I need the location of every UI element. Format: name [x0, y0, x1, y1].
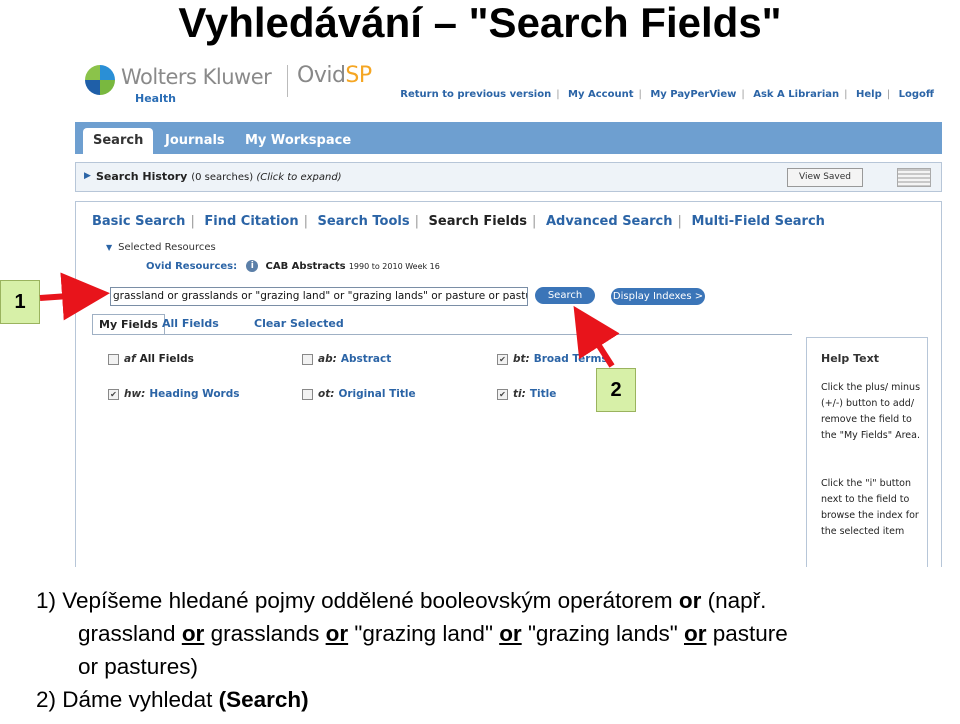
mode-multi-field-search[interactable]: Multi-Field Search	[691, 214, 824, 229]
tab-search[interactable]: Search	[83, 128, 154, 154]
layout-grid-icon[interactable]	[897, 168, 931, 187]
search-panel: Basic Search | Find Citation | Search Tool…	[75, 201, 942, 567]
search-history-label: Search History (0 searches) (Click to ex…	[96, 170, 342, 183]
logo-divider	[287, 65, 288, 97]
help-title: Help Text	[821, 352, 879, 365]
help-text-panel: Help Text Click the plus/ minus (+/-) bu…	[806, 337, 928, 567]
database-name: CAB Abstracts	[265, 261, 346, 272]
help-paragraph-2: Click the "i" button next to the field t…	[821, 478, 919, 537]
caption-line-2: grassland or grasslands or "grazing land…	[78, 621, 788, 646]
ovidsp-logo: OvidSP	[297, 63, 372, 88]
field-af[interactable]: af All Fields	[108, 353, 194, 365]
mode-search-tools[interactable]: Search Tools	[318, 214, 410, 229]
database-years: 1990 to 2010 Week 16	[348, 262, 440, 271]
marker-1: 1	[0, 280, 40, 324]
top-links: Return to previous version | My Account | …	[400, 89, 934, 100]
search-mode-links: Basic Search | Find Citation | Search Tool…	[92, 214, 825, 229]
slide-title: Vyhledávání – "Search Fields"	[178, 0, 782, 46]
wolters-kluwer-logo: Wolters Kluwer Health	[85, 63, 272, 105]
collapse-triangle-icon: ▼	[106, 243, 113, 252]
search-button[interactable]: Search	[535, 287, 595, 304]
mode-find-citation[interactable]: Find Citation	[204, 214, 298, 229]
checkbox-checked[interactable]: ✔	[108, 388, 119, 400]
wk-logo-icon	[85, 65, 115, 95]
tab-journals[interactable]: Journals	[155, 128, 235, 154]
brand-name: Wolters Kluwer	[121, 65, 272, 89]
clear-selected-link[interactable]: Clear Selected	[248, 314, 350, 334]
view-saved-button[interactable]: View Saved	[787, 168, 863, 187]
checkbox[interactable]	[108, 353, 119, 365]
brand-sub: Health	[135, 92, 176, 105]
caption-line-4: 2) Dáme vyhledat (Search)	[36, 687, 309, 712]
main-tab-bar: Search Journals My Workspace	[75, 122, 942, 154]
field-bt[interactable]: ✔ bt: Broad Terms	[497, 353, 608, 365]
checkbox-checked[interactable]: ✔	[497, 353, 508, 365]
ovid-screenshot: Wolters Kluwer Health OvidSP Return to p…	[75, 55, 942, 567]
search-input[interactable]: grassland or grasslands or "grazing land…	[110, 287, 528, 306]
field-tabs: My Fields All Fields Clear Selected	[92, 314, 792, 336]
mode-basic-search[interactable]: Basic Search	[92, 214, 185, 229]
checkbox-checked[interactable]: ✔	[497, 388, 508, 400]
tab-all-fields[interactable]: All Fields	[156, 314, 225, 334]
search-history-bar[interactable]: ▶ Search History (0 searches) (Click to …	[75, 162, 942, 192]
mode-advanced-search[interactable]: Advanced Search	[546, 214, 673, 229]
link-payperview[interactable]: My PayPerView	[650, 89, 736, 100]
selected-resources-toggle[interactable]: ▼ Selected Resources	[106, 242, 216, 253]
caption-line-1: 1) Vepíšeme hledané pojmy oddělené boole…	[36, 588, 767, 613]
checkbox[interactable]	[302, 353, 313, 365]
fields-list: af All Fields ab: Abstract ✔ bt: Broad Terms…	[92, 334, 792, 567]
info-icon[interactable]: i	[246, 260, 259, 272]
field-ot[interactable]: ot: Original Title	[302, 388, 416, 400]
checkbox[interactable]	[302, 388, 313, 400]
mode-search-fields[interactable]: Search Fields	[429, 214, 528, 229]
display-indexes-button[interactable]: Display Indexes >	[611, 288, 705, 305]
link-return-previous[interactable]: Return to previous version	[400, 89, 551, 100]
caption: 1) Vepíšeme hledané pojmy oddělené boole…	[36, 584, 956, 716]
marker-2: 2	[596, 368, 636, 412]
ovid-resources: Ovid Resources: i CAB Abstracts 1990 to …	[146, 260, 440, 272]
link-logoff[interactable]: Logoff	[899, 89, 934, 100]
caption-line-3: or pastures)	[78, 654, 199, 679]
link-ask-librarian[interactable]: Ask A Librarian	[753, 89, 839, 100]
expand-arrow-icon[interactable]: ▶	[84, 171, 91, 181]
link-help[interactable]: Help	[856, 89, 882, 100]
field-ab[interactable]: ab: Abstract	[302, 353, 391, 365]
tab-my-fields[interactable]: My Fields	[92, 314, 165, 336]
field-hw[interactable]: ✔ hw: Heading Words	[108, 388, 240, 400]
tab-my-workspace[interactable]: My Workspace	[235, 128, 361, 154]
help-paragraph-1: Click the plus/ minus (+/-) button to ad…	[821, 382, 921, 441]
field-ti[interactable]: ✔ ti: Title	[497, 388, 556, 400]
link-my-account[interactable]: My Account	[568, 89, 633, 100]
